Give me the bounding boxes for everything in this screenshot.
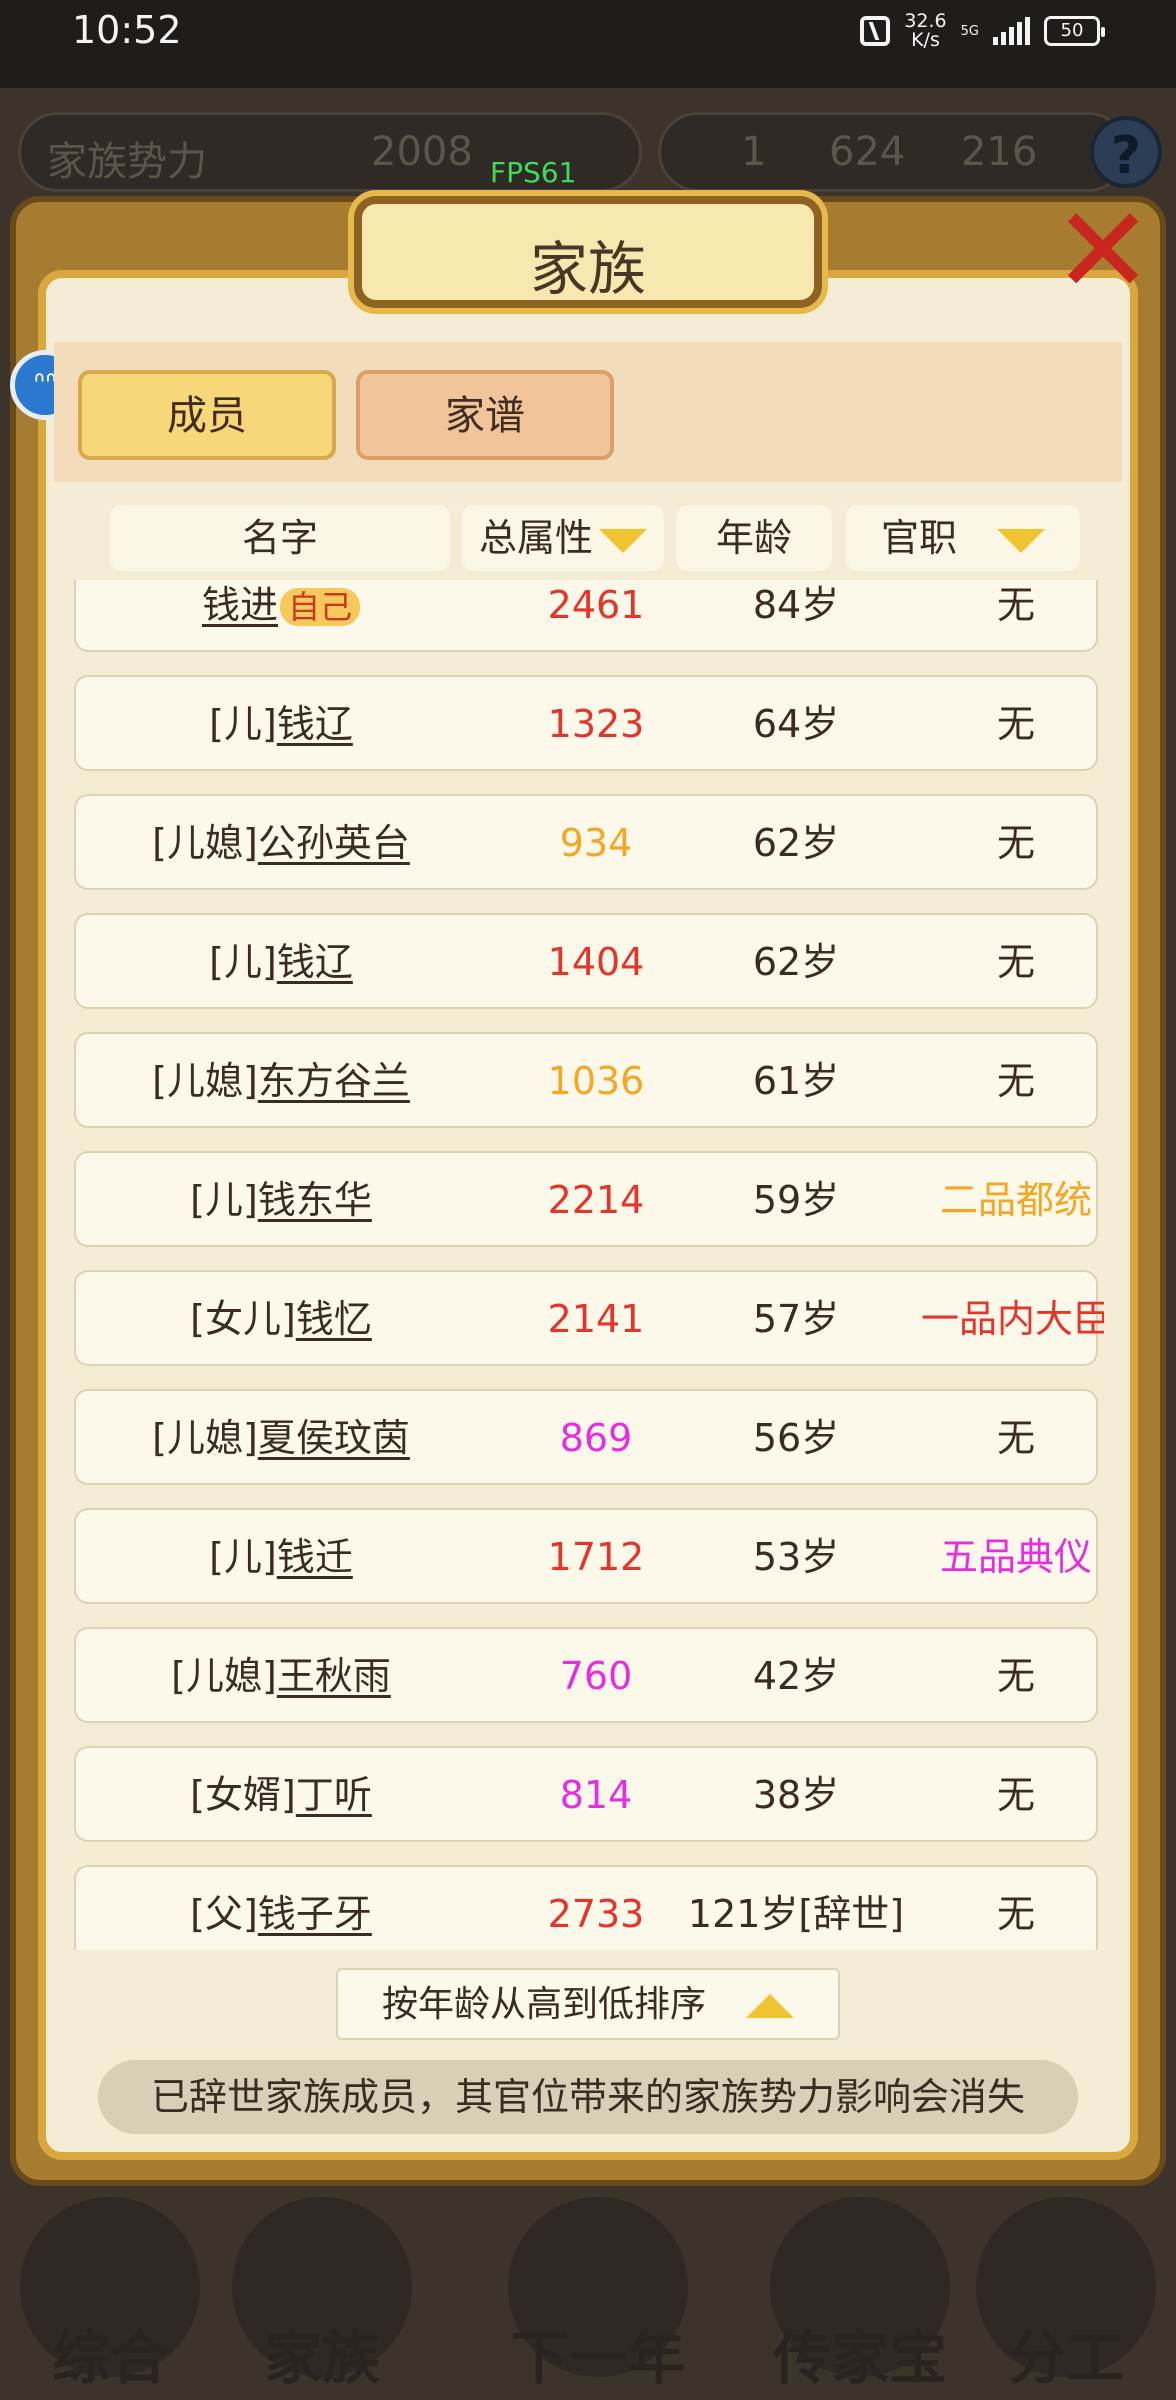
member-relation: [父] xyxy=(190,1892,258,1936)
member-name[interactable]: 钱辽 xyxy=(277,940,353,984)
member-row[interactable]: [儿媳]公孙英台 934 62岁无 xyxy=(74,794,1098,890)
member-name-cell: [儿]钱辽 xyxy=(76,915,486,1011)
nav-family[interactable]: 家族 xyxy=(222,2185,422,2400)
member-relation: [儿] xyxy=(190,1178,258,1222)
member-relation: [儿] xyxy=(209,702,277,746)
panel-title-plate: 家族 xyxy=(354,196,822,308)
self-tag: 自己 xyxy=(280,588,361,626)
member-name[interactable]: 公孙英台 xyxy=(258,821,410,865)
member-relation: [儿] xyxy=(209,1535,277,1579)
member-relation: [儿] xyxy=(209,940,277,984)
member-office: 无 xyxy=(996,1654,1035,1698)
member-name-cell: [儿]钱东华 xyxy=(76,1153,486,1249)
member-office: 无 xyxy=(996,1773,1035,1817)
member-name-cell: [儿媳]东方谷兰 xyxy=(76,1034,486,1130)
member-list-rows: 钱进 自己 2461 84岁无 [儿]钱辽 1323 64岁无 [儿媳]公孙英台 934 62岁无… xyxy=(74,580,1104,1950)
nav-division[interactable]: 分工 xyxy=(966,2185,1166,2400)
coin-value: 216 xyxy=(961,129,1038,175)
member-office: 无 xyxy=(996,1059,1035,1103)
member-relation: [女儿] xyxy=(190,1297,296,1341)
member-relation: [儿媳] xyxy=(152,1059,258,1103)
member-name-cell: [儿]钱迁 xyxy=(76,1510,486,1606)
member-name-cell: [儿媳]王秋雨 xyxy=(76,1629,486,1725)
member-name-cell: [儿媳]夏侯玟茵 xyxy=(76,1391,486,1487)
sort-by-age-button[interactable]: 按年龄从高到低排序 xyxy=(336,1968,840,2040)
member-office: 五品典仪 xyxy=(939,1535,1092,1579)
panel-title: 家族 xyxy=(529,235,646,303)
nav-overview[interactable]: 综合 xyxy=(10,2185,210,2400)
member-row[interactable]: [儿媳]夏侯玟茵 869 56岁无 xyxy=(74,1389,1098,1485)
battery-icon: 50 xyxy=(1044,16,1105,46)
filter-down-icon xyxy=(997,528,1045,553)
member-office: 无 xyxy=(996,702,1035,746)
member-office: 无 xyxy=(996,583,1035,627)
fps-counter: FPS61 xyxy=(490,156,577,189)
sort-down-icon xyxy=(599,528,647,553)
member-office: 一品内大臣 xyxy=(920,1297,1104,1341)
member-office: 二品都统 xyxy=(939,1178,1092,1222)
signal-icon xyxy=(993,17,1030,45)
column-header-age[interactable]: 年龄 xyxy=(676,505,832,571)
member-office: 无 xyxy=(996,821,1035,865)
member-office: 无 xyxy=(996,940,1035,984)
member-row[interactable]: [父]钱子牙 2733 121岁[辞世] 无 xyxy=(74,1865,1098,1950)
member-row[interactable]: [儿媳]东方谷兰 1036 61岁无 xyxy=(74,1032,1098,1128)
member-office: 无 xyxy=(996,1416,1035,1460)
member-row[interactable]: [儿]钱东华 2214 59岁 二品都统 xyxy=(74,1151,1098,1247)
status-bar: 10:52 32.6 K/s 5G 50 xyxy=(0,0,1176,88)
member-name[interactable]: 钱迁 xyxy=(277,1535,353,1579)
member-row[interactable]: 钱进 自己 2461 84岁无 xyxy=(74,580,1098,652)
member-relation: [儿媳] xyxy=(152,821,258,865)
member-row[interactable]: [儿]钱辽 1323 64岁无 xyxy=(74,675,1098,771)
silver-value: 624 xyxy=(829,129,906,175)
member-name-cell: [父]钱子牙 xyxy=(76,1867,486,1950)
status-time: 10:52 xyxy=(72,8,182,52)
deceased-notice: 已辞世家族成员，其官位带来的家族势力影响会消失 xyxy=(98,2060,1078,2134)
status-icons: 32.6 K/s 5G 50 xyxy=(860,10,1105,51)
member-name[interactable]: 钱东华 xyxy=(258,1178,372,1222)
member-name-cell: [女婿]丁听 xyxy=(76,1748,486,1844)
member-row[interactable]: [儿媳]王秋雨 760 42岁无 xyxy=(74,1627,1098,1723)
column-header-name: 名字 xyxy=(110,505,450,571)
bottom-nav: 综合 家族 下一年 传家宝 分工 xyxy=(0,2185,1176,2400)
member-row[interactable]: [儿]钱迁 1712 53岁 五品典仪 xyxy=(74,1508,1098,1604)
close-icon[interactable]: ✕ xyxy=(1040,192,1166,312)
member-name-cell: [儿]钱辽 xyxy=(76,677,486,773)
member-relation: [儿媳] xyxy=(171,1654,277,1698)
gold-value: 1 xyxy=(741,129,767,175)
member-name[interactable]: 夏侯玟茵 xyxy=(258,1416,410,1460)
member-name[interactable]: 钱子牙 xyxy=(258,1892,372,1936)
member-name[interactable]: 钱进 xyxy=(202,583,278,627)
nfc-icon xyxy=(860,16,891,46)
member-office: 无 xyxy=(996,1892,1035,1936)
net-speed: 32.6 K/s xyxy=(904,10,947,51)
help-icon[interactable]: ? xyxy=(1090,116,1162,188)
family-power-label: 家族势力 xyxy=(47,139,207,185)
nav-heirloom[interactable]: 传家宝 xyxy=(740,2185,980,2400)
column-header-total-attr[interactable]: 总属性 xyxy=(462,505,664,571)
member-name[interactable]: 丁听 xyxy=(296,1773,372,1817)
currency-bar: 1 624 216 xyxy=(658,112,1128,192)
member-relation: [女婿] xyxy=(190,1773,296,1817)
tab-genealogy[interactable]: 家谱 xyxy=(356,370,614,460)
tab-members[interactable]: 成员 xyxy=(78,370,336,460)
member-name[interactable]: 王秋雨 xyxy=(277,1654,391,1698)
member-name[interactable]: 钱辽 xyxy=(277,702,353,746)
member-list[interactable]: 钱进 自己 2461 84岁无 [儿]钱辽 1323 64岁无 [儿媳]公孙英台 934 62岁无… xyxy=(74,580,1104,1950)
member-relation: [儿媳] xyxy=(152,1416,258,1460)
member-name[interactable]: 东方谷兰 xyxy=(258,1059,410,1103)
member-row[interactable]: [女婿]丁听 814 38岁无 xyxy=(74,1746,1098,1842)
member-name[interactable]: 钱忆 xyxy=(296,1297,372,1341)
column-header-office[interactable]: 官职 xyxy=(846,505,1080,571)
network-type: 5G xyxy=(960,23,979,39)
member-name-cell: [儿媳]公孙英台 xyxy=(76,796,486,892)
member-name-cell: [女儿]钱忆 xyxy=(76,1272,486,1368)
sort-up-icon xyxy=(746,1994,794,2018)
member-row[interactable]: [女儿]钱忆 2141 57岁 一品内大臣 xyxy=(74,1270,1104,1368)
nav-next-year[interactable]: 下一年 xyxy=(448,2185,748,2400)
member-name-cell: 钱进 自己 xyxy=(76,580,486,654)
family-power-value: 2008 xyxy=(371,129,473,175)
member-row[interactable]: [儿]钱辽 1404 62岁无 xyxy=(74,913,1098,1009)
